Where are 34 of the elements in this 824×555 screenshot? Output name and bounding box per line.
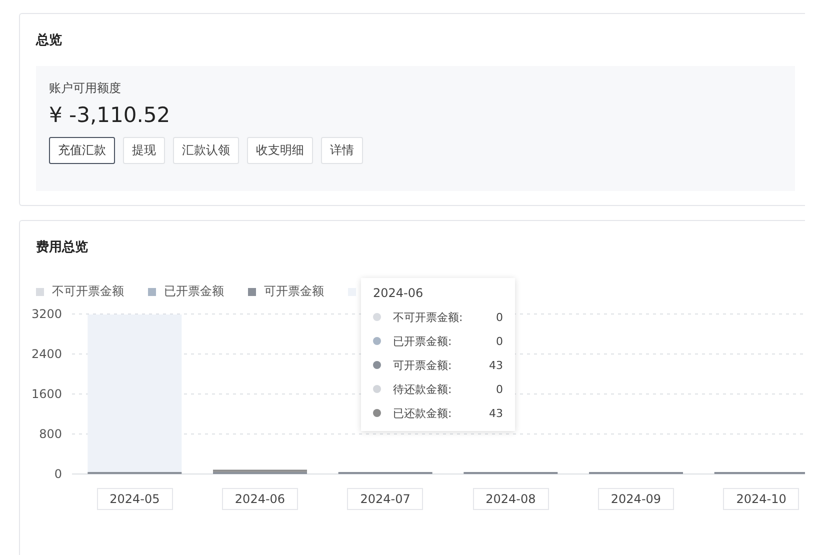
action-button[interactable]: 汇款认领 [173,137,239,164]
tooltip-label: 已还款金额: [393,406,453,420]
action-button[interactable]: 收支明细 [247,137,313,164]
y-axis-label: 3200 [31,307,62,321]
legend-label[interactable]: 已开票金额 [164,283,224,300]
tooltip-label: 可开票金额: [393,358,453,372]
balance-label: 账户可用额度 [49,80,122,97]
action-button[interactable]: 提现 [123,137,165,164]
balance-amount: ¥ -3,110.52 [49,103,172,127]
legend-label[interactable]: 不可开票金额 [52,283,124,300]
action-button[interactable]: 详情 [321,137,363,164]
tooltip-value: 0 [496,310,503,324]
section-title: 总览 [36,32,63,50]
section-title: 费用总览 [36,239,89,257]
x-axis-label: 2024-06 [222,488,298,510]
tooltip-label: 不可开票金额: [393,310,464,324]
tooltip-value: 0 [496,334,503,348]
x-axis-label: 2024-09 [598,488,674,510]
x-axis-label: 2024-07 [347,488,424,510]
x-axis-label: 2024-10 [723,488,800,510]
y-axis-label: 0 [54,467,62,481]
tooltip-label: 已开票金额: [393,334,453,348]
y-axis-label: 2400 [31,347,62,361]
y-axis-label: 1600 [31,387,62,401]
x-axis-label: 2024-05 [96,488,173,510]
tooltip-value: 0 [496,382,503,396]
action-button[interactable]: 充值汇款 [49,137,115,164]
x-axis-label: 2024-08 [472,488,549,510]
tooltip-value: 43 [489,358,503,372]
tooltip-title: 2024-06 [373,286,424,300]
tooltip-label: 待还款金额: [393,382,453,396]
y-axis-label: 800 [39,427,62,441]
tooltip-value: 43 [489,406,503,420]
legend-label[interactable]: 可开票金额 [264,283,324,300]
